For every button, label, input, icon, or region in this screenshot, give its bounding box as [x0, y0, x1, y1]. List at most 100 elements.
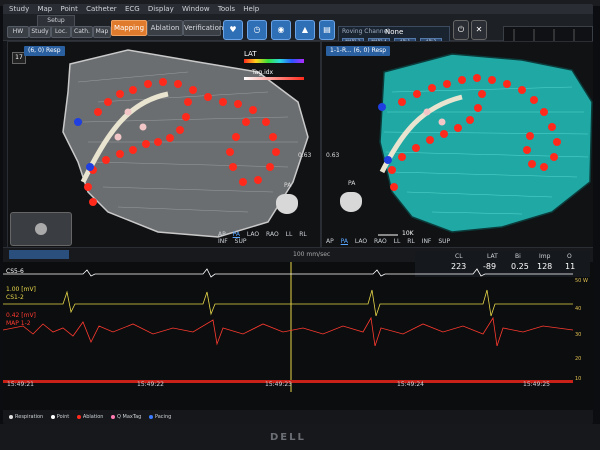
cursor-button[interactable]: ▲	[295, 20, 315, 40]
legend-ablation: Ablation	[76, 414, 104, 420]
roving-channel-label: Roving Channel	[342, 28, 389, 35]
ecg-panel[interactable]: 100 mm/sec CL LAT Bi Imp O 223 -89 0.25 …	[3, 247, 593, 410]
view-rao-right[interactable]: RAO	[374, 238, 387, 245]
right-view-bar: AP PA LAO RAO LL RL INF SUP	[326, 238, 455, 245]
tab-ablation[interactable]: Ablation	[147, 20, 183, 36]
tab-mapping[interactable]: Mapping	[111, 20, 147, 36]
menu-study[interactable]: Study	[9, 5, 29, 13]
view-pa-right[interactable]: PA	[341, 238, 348, 245]
roving-channel-value: None	[385, 28, 404, 36]
view-lao-right[interactable]: LAO	[355, 238, 367, 245]
right-map-svg[interactable]	[322, 42, 593, 247]
stat-header-bi: Bi	[515, 253, 521, 260]
time-tick: 15:49:21	[7, 381, 34, 388]
channel-scale-cs1-2: 1.00 [mV]	[6, 286, 36, 293]
power-scale-tick: 20	[575, 356, 582, 362]
legend-respiration: Respiration	[9, 414, 43, 420]
tab-cath[interactable]: Cath.	[71, 26, 93, 38]
right-scale-value: 0.63	[326, 152, 340, 159]
tab-loc[interactable]: Loc.	[51, 26, 71, 38]
legend-point-text: Point	[56, 414, 70, 420]
ecg-legend: Respiration Point Ablation Q MaxTag Paci…	[3, 410, 593, 424]
lat-legend-label: LAT	[244, 50, 257, 58]
time-tick: 15:49:22	[137, 381, 164, 388]
power-scale-tick: 10	[575, 376, 582, 382]
right-map-panel[interactable]: 1-1-R... (6, 0) Resp 0.63 PA 10K AP PA L…	[321, 41, 593, 248]
view-rl-left[interactable]: RL	[299, 231, 307, 238]
heart-orientation-icon	[276, 194, 298, 214]
ecg-traces-svg[interactable]	[3, 262, 573, 392]
opacity-slider-value: 10K	[402, 230, 414, 237]
lat-color-bar	[244, 59, 304, 63]
menu-display[interactable]: Display	[148, 5, 174, 13]
channel-scale-map: 0.42 [mV]	[6, 312, 36, 319]
tab-study[interactable]: Study	[29, 26, 51, 38]
view-ap-right[interactable]: AP	[326, 238, 334, 245]
opacity-slider-track[interactable]	[378, 234, 398, 236]
menu-tools[interactable]: Tools	[218, 5, 235, 13]
main-toolbar: HW Study Loc. Cath. Map Setup Mapping Ab…	[3, 14, 593, 50]
legend-point-swatch	[50, 414, 55, 419]
menu-bar: Study Map Point Catheter ECG Display Win…	[3, 4, 593, 14]
view-rl-right[interactable]: RL	[407, 238, 415, 245]
power-scale-tick: 40	[575, 306, 582, 312]
view-inf-right[interactable]: INF	[422, 238, 432, 245]
legend-pacing-text: Pacing	[154, 414, 172, 420]
trace-cs1-2	[3, 289, 573, 317]
view-pa-left[interactable]: PA	[233, 231, 240, 238]
sweep-speed-label: 100 mm/sec	[293, 251, 331, 258]
channel-label-cs5-6: CS5-6	[6, 268, 24, 275]
view-ap-left[interactable]: AP	[218, 231, 226, 238]
setup-label: Setup	[37, 15, 75, 27]
legend-pacing: Pacing	[148, 414, 172, 420]
legend-qmaxtag: Q MaxTag	[111, 414, 141, 420]
legend-pacing-swatch	[148, 414, 153, 419]
legend-respiration-text: Respiration	[15, 414, 44, 420]
power-scale-tick: 50 W	[575, 278, 588, 284]
menu-window[interactable]: Window	[182, 5, 210, 13]
right-orientation-label: PA	[348, 180, 356, 187]
view-inf-left[interactable]: INF	[218, 238, 228, 245]
ecg-controls[interactable]	[9, 250, 69, 259]
catheter-tip-icon[interactable]	[35, 223, 47, 235]
tab-hw[interactable]: HW	[7, 26, 29, 38]
left-view-bar: AP PA LAO RAO LL RL INF SUP	[218, 231, 320, 245]
app-screen: Study Map Point Catheter ECG Display Win…	[3, 4, 593, 424]
trace-cs5-6	[3, 268, 573, 278]
legend-qmaxtag-text: Q MaxTag	[117, 414, 142, 420]
tab-map[interactable]: Map	[93, 26, 111, 38]
channel-label-map: MAP 1-2	[6, 320, 31, 327]
menu-point[interactable]: Point	[60, 5, 77, 13]
view-sup-right[interactable]: SUP	[438, 238, 450, 245]
menu-map[interactable]: Map	[37, 5, 52, 13]
view-rao-left[interactable]: RAO	[266, 231, 279, 238]
view-lao-left[interactable]: LAO	[247, 231, 259, 238]
close-icon[interactable]: ✕	[471, 20, 487, 40]
view-sup-left[interactable]: SUP	[235, 238, 247, 245]
legend-point: Point	[50, 414, 70, 420]
heart-view-button[interactable]: ♥	[223, 20, 243, 40]
stat-header-cl: CL	[455, 253, 463, 260]
left-map-panel[interactable]: 17 (6, 0) Resp LAT Tag.idx 0.63 PA AP PA…	[7, 41, 321, 248]
trace-map-1-2	[3, 316, 573, 347]
time-tick: 15:49:24	[397, 381, 424, 388]
legend-respiration-swatch	[9, 414, 13, 419]
record-button[interactable]: ◉	[271, 20, 291, 40]
menu-catheter[interactable]: Catheter	[86, 5, 117, 13]
catheter-navigation-widget[interactable]	[10, 212, 72, 246]
power-icon[interactable]: ⏻	[453, 20, 469, 40]
time-tick: 15:49:23	[265, 381, 292, 388]
view-ll-right[interactable]: LL	[394, 238, 401, 245]
menu-help[interactable]: Help	[243, 5, 259, 13]
menu-ecg[interactable]: ECG	[125, 5, 140, 13]
view-ll-left[interactable]: LL	[286, 231, 293, 238]
timer-button[interactable]: ◷	[247, 20, 267, 40]
legend-ablation-swatch	[76, 414, 81, 419]
monitor-logo: DELL	[270, 432, 306, 443]
tab-verification[interactable]: Verification	[183, 20, 223, 36]
export-button[interactable]: ▤	[319, 20, 335, 40]
heart-orientation-icon	[340, 192, 362, 212]
tag-color-bar	[244, 77, 304, 80]
legend-ablation-text: Ablation	[82, 414, 104, 420]
left-orientation-label: PA	[284, 182, 292, 189]
